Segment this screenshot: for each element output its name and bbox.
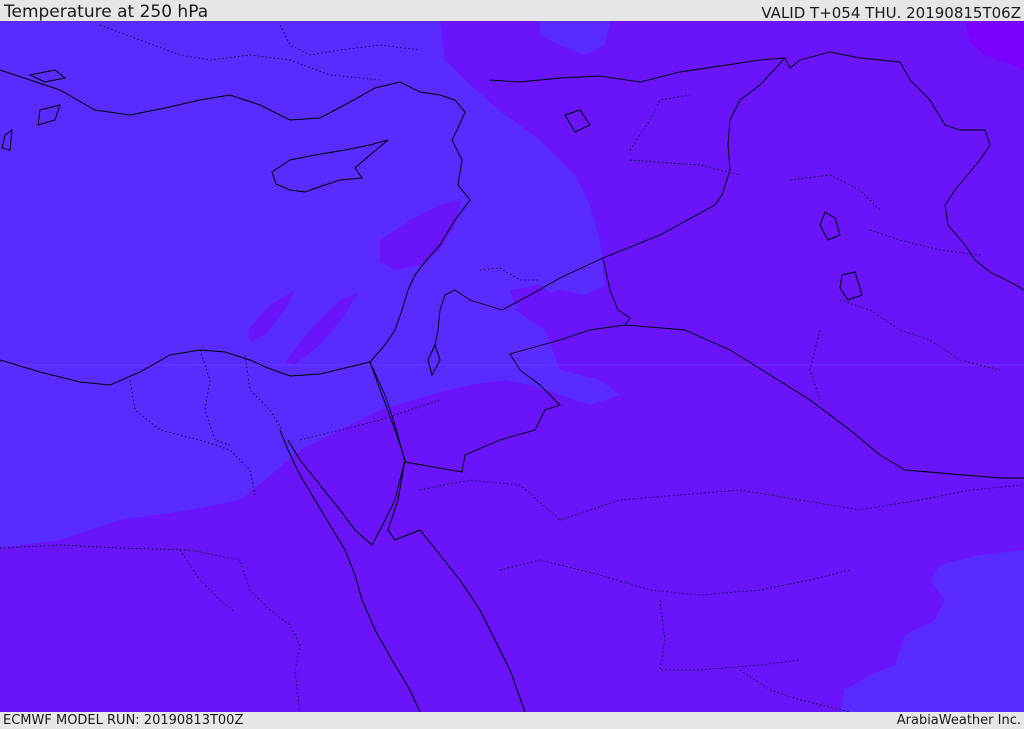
temperature-map[interactable] (0, 21, 1024, 712)
credit-label: ArabiaWeather Inc. (896, 713, 1021, 728)
model-run-label: ECMWF MODEL RUN: 20190813T00Z (3, 713, 244, 728)
valid-time: VALID T+054 THU. 20190815T06Z (761, 4, 1021, 22)
header-bar: Temperature at 250 hPa VALID T+054 THU. … (0, 0, 1024, 21)
footer-bar: ECMWF MODEL RUN: 20190813T00Z ArabiaWeat… (0, 712, 1024, 729)
map-title: Temperature at 250 hPa (4, 2, 209, 22)
map-panel[interactable] (0, 21, 1024, 712)
